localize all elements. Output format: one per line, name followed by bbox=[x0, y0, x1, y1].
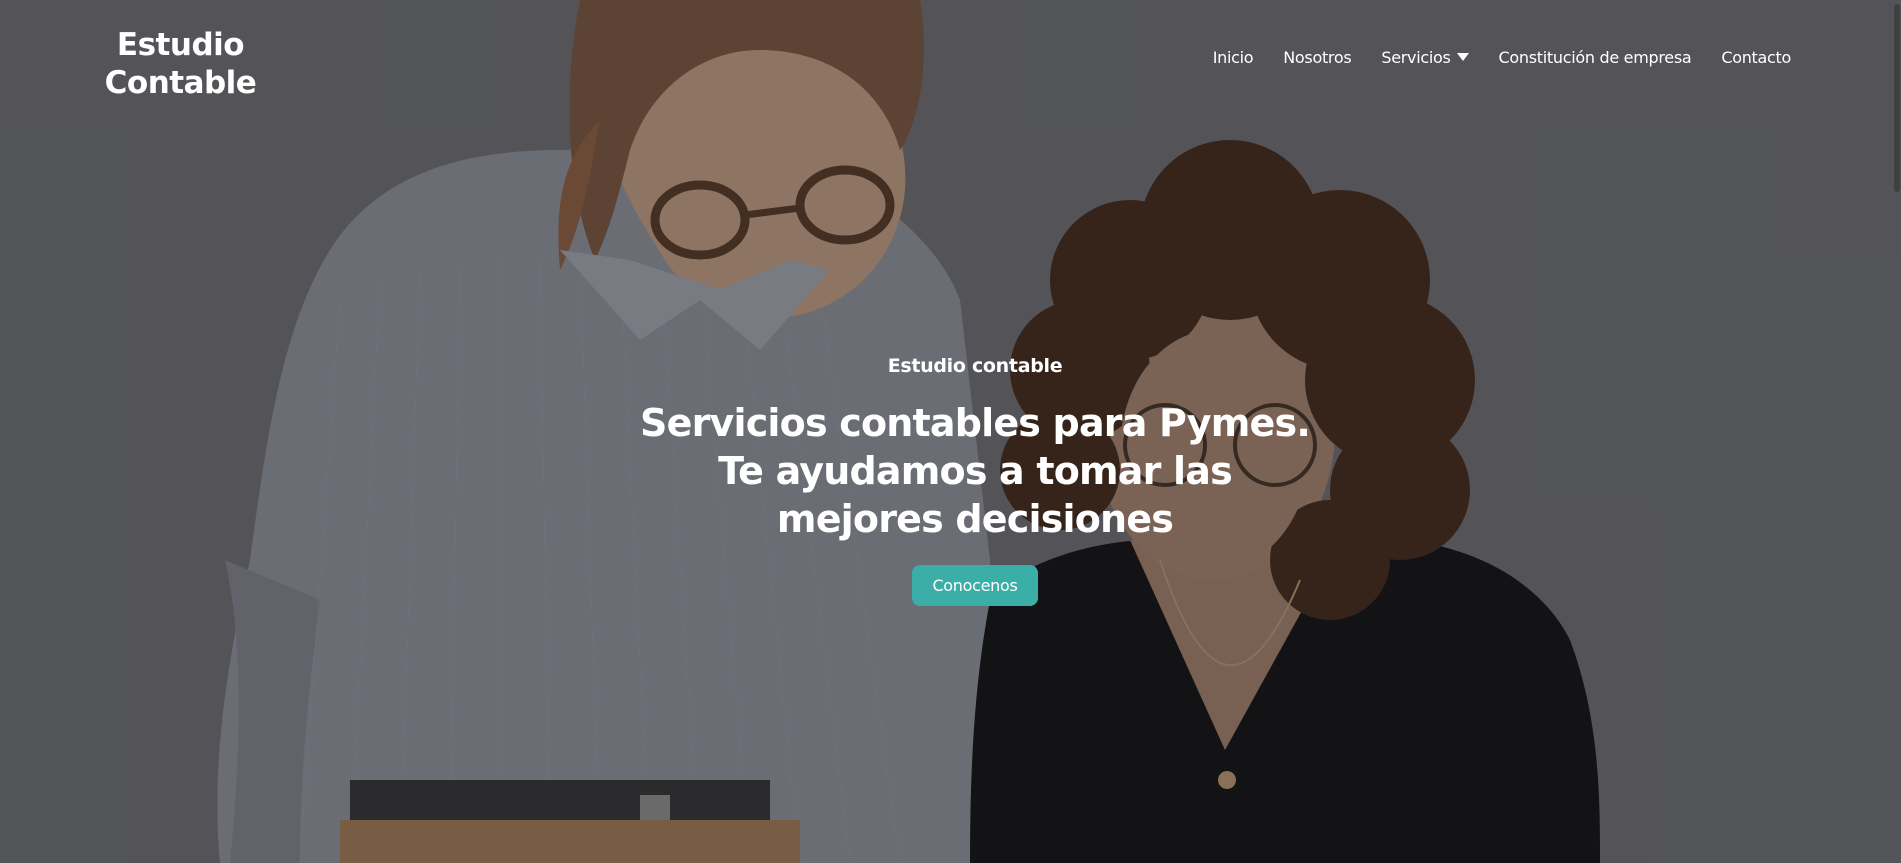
nav-item-label: Contacto bbox=[1721, 48, 1791, 67]
nav-item-label: Servicios bbox=[1381, 48, 1451, 67]
site-header: Estudio Contable Inicio Nosotros Servici… bbox=[0, 0, 1901, 110]
hero-content: Estudio contable Servicios contables par… bbox=[0, 355, 1901, 606]
logo-line-1: Estudio bbox=[116, 27, 245, 63]
conocenos-button[interactable]: Conocenos bbox=[912, 565, 1038, 606]
scrollbar-thumb[interactable] bbox=[1894, 4, 1900, 192]
page-scrollbar[interactable] bbox=[1892, 0, 1901, 863]
caret-down-icon bbox=[1456, 52, 1469, 61]
hero-section: Estudio Contable Inicio Nosotros Servici… bbox=[0, 0, 1901, 863]
nav-item-inicio[interactable]: Inicio bbox=[1213, 48, 1254, 67]
main-nav: Inicio Nosotros Servicios Constitución d… bbox=[1213, 48, 1792, 67]
nav-item-contacto[interactable]: Contacto bbox=[1721, 48, 1791, 67]
nav-item-constitucion-de-empresa[interactable]: Constitución de empresa bbox=[1499, 48, 1692, 67]
nav-item-nosotros[interactable]: Nosotros bbox=[1283, 48, 1351, 67]
site-logo[interactable]: Estudio Contable bbox=[98, 26, 263, 102]
nav-item-label: Constitución de empresa bbox=[1498, 48, 1692, 67]
hero-eyebrow: Estudio contable bbox=[887, 355, 1063, 377]
nav-item-label: Nosotros bbox=[1283, 48, 1352, 67]
logo-line-2: Contable bbox=[104, 65, 257, 101]
nav-item-label: Inicio bbox=[1212, 48, 1254, 67]
hero-headline: Servicios contables para Pymes. Te ayuda… bbox=[640, 401, 1311, 541]
nav-item-servicios[interactable]: Servicios bbox=[1381, 48, 1469, 67]
